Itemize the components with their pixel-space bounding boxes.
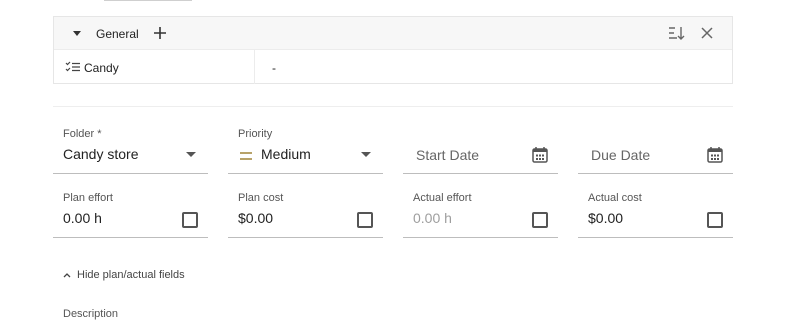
folder-label: Folder * <box>63 128 102 140</box>
plan-effort-label: Plan effort <box>63 192 113 204</box>
row-value: - <box>272 61 276 75</box>
folder-value: Candy store <box>63 146 139 162</box>
priority-label: Priority <box>238 128 273 140</box>
chevron-down-icon[interactable] <box>361 152 371 157</box>
actual-cost-field[interactable]: Actual cost $0.00 <box>578 192 733 238</box>
priority-value: Medium <box>261 146 311 162</box>
priority-medium-icon <box>240 152 252 161</box>
add-icon[interactable] <box>152 25 168 41</box>
plan-effort-field[interactable]: Plan effort 0.00 h <box>53 192 208 238</box>
due-date-placeholder: Due Date <box>591 147 651 163</box>
actual-cost-checkbox[interactable] <box>707 212 723 228</box>
folder-select[interactable]: Folder * Candy store <box>53 128 208 174</box>
general-title[interactable]: General <box>96 27 139 41</box>
general-header: General <box>54 17 732 50</box>
close-icon[interactable] <box>700 26 714 40</box>
toggle-label: Hide plan/actual fields <box>77 269 185 281</box>
actual-effort-checkbox[interactable] <box>532 212 548 228</box>
actual-effort-label: Actual effort <box>413 192 472 204</box>
priority-select[interactable]: Priority Medium <box>228 128 383 174</box>
row-name: Candy <box>84 61 119 75</box>
sort-icon[interactable] <box>668 25 686 41</box>
actual-cost-value[interactable]: $0.00 <box>588 210 623 226</box>
start-date-field[interactable]: Start Date <box>403 128 558 174</box>
plan-cost-label: Plan cost <box>238 192 284 204</box>
chevron-down-icon[interactable] <box>186 152 196 157</box>
column-divider <box>254 50 255 84</box>
general-section: General Candy - <box>53 16 733 84</box>
start-date-placeholder: Start Date <box>416 147 480 163</box>
plan-cost-value[interactable]: $0.00 <box>238 210 273 226</box>
checklist-icon <box>65 61 80 72</box>
general-row[interactable]: Candy - <box>54 50 732 84</box>
plan-cost-field[interactable]: Plan cost $0.00 <box>228 192 383 238</box>
plan-effort-checkbox[interactable] <box>182 212 198 228</box>
section-divider <box>53 106 733 107</box>
calendar-icon[interactable] <box>532 146 548 163</box>
actual-effort-value[interactable]: 0.00 h <box>413 210 452 226</box>
due-date-field[interactable]: Due Date <box>578 128 733 174</box>
plan-cost-checkbox[interactable] <box>357 212 373 228</box>
plan-effort-value[interactable]: 0.00 h <box>63 210 102 226</box>
actual-effort-field[interactable]: Actual effort 0.00 h <box>403 192 558 238</box>
actual-cost-label: Actual cost <box>588 192 642 204</box>
collapse-caret-icon[interactable] <box>73 31 81 36</box>
chevron-up-icon <box>63 273 71 278</box>
calendar-icon[interactable] <box>707 146 723 163</box>
description-label: Description <box>63 308 119 320</box>
tab-indicator <box>104 0 192 1</box>
